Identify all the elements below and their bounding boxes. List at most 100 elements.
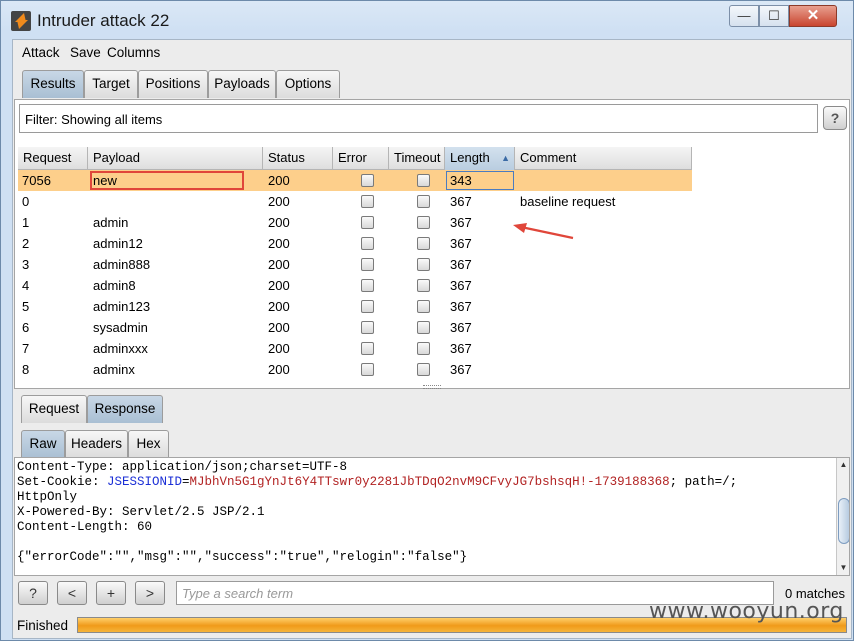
error-checkbox[interactable] xyxy=(361,321,374,334)
search-help-button[interactable]: ? xyxy=(18,581,48,605)
cell-status: 200 xyxy=(268,299,290,314)
error-checkbox[interactable] xyxy=(361,342,374,355)
table-row[interactable]: 6 sysadmin 200 367 xyxy=(18,317,692,338)
response-viewer[interactable]: Content-Type: application/json;charset=U… xyxy=(14,457,850,576)
maximize-button[interactable]: ☐ xyxy=(759,5,789,27)
search-next-button[interactable]: > xyxy=(135,581,165,605)
column-payload[interactable]: Payload xyxy=(88,147,263,170)
timeout-checkbox[interactable] xyxy=(417,258,430,271)
timeout-checkbox[interactable] xyxy=(417,300,430,313)
cell-length: 367 xyxy=(450,194,472,209)
column-status[interactable]: Status xyxy=(263,147,333,170)
tab-response[interactable]: Response xyxy=(87,395,163,423)
column-error[interactable]: Error xyxy=(333,147,389,170)
cell-payload: adminx xyxy=(93,362,135,377)
table-row[interactable]: 4 admin8 200 367 xyxy=(18,275,692,296)
tab-options[interactable]: Options xyxy=(276,70,340,98)
error-checkbox[interactable] xyxy=(361,237,374,250)
cookie-suffix: ; path=/; xyxy=(669,475,738,489)
cookie-equals: = xyxy=(182,475,190,489)
error-checkbox[interactable] xyxy=(361,258,374,271)
title-bar[interactable]: Intruder attack 22 — ☐ ✕ xyxy=(1,1,853,39)
column-length-label: Length xyxy=(450,150,490,165)
timeout-checkbox[interactable] xyxy=(417,237,430,250)
results-panel: Filter: Showing all items ? Request Payl… xyxy=(14,99,850,389)
cell-status: 200 xyxy=(268,320,290,335)
error-checkbox[interactable] xyxy=(361,300,374,313)
view-tabs: Raw Headers Hex xyxy=(21,427,851,458)
cell-request: 8 xyxy=(22,362,30,377)
menu-attack[interactable]: Attack xyxy=(22,45,60,60)
cell-length: 367 xyxy=(450,236,472,251)
detail-tabs: Request Response xyxy=(21,392,851,423)
search-prev-button[interactable]: < xyxy=(57,581,87,605)
tab-target[interactable]: Target xyxy=(84,70,138,98)
cell-request: 1 xyxy=(22,215,30,230)
cell-length: 367 xyxy=(450,320,472,335)
cell-request: 6 xyxy=(22,320,30,335)
cell-request: 7056 xyxy=(22,173,51,188)
response-cookie-line: Set-Cookie: JSESSIONID=MJbhVn5G1gYnJt6Y4… xyxy=(17,475,737,489)
tab-request[interactable]: Request xyxy=(21,395,87,423)
cell-payload: admin12 xyxy=(93,236,143,251)
tab-headers[interactable]: Headers xyxy=(65,430,128,458)
table-header: Request Payload Status Error Timeout Len… xyxy=(18,147,692,170)
cookie-name: JSESSIONID xyxy=(107,475,183,489)
response-line: HttpOnly xyxy=(17,490,78,504)
table-row[interactable]: 2 admin12 200 367 xyxy=(18,233,692,254)
tab-raw[interactable]: Raw xyxy=(21,430,65,458)
response-scrollbar[interactable]: ▲ ▼ xyxy=(836,458,849,575)
cell-length: 367 xyxy=(450,362,472,377)
window-title: Intruder attack 22 xyxy=(37,11,170,30)
column-comment[interactable]: Comment xyxy=(515,147,692,170)
table-row[interactable]: 8 adminx 200 367 xyxy=(18,359,692,380)
cell-payload: admin123 xyxy=(93,299,151,314)
cell-status: 200 xyxy=(268,362,290,377)
table-row[interactable]: 5 admin123 200 367 xyxy=(18,296,692,317)
split-pane-divider[interactable] xyxy=(423,385,441,389)
scroll-up-icon[interactable]: ▲ xyxy=(837,458,849,472)
column-timeout[interactable]: Timeout xyxy=(389,147,445,170)
close-button[interactable]: ✕ xyxy=(789,5,837,27)
cell-status: 200 xyxy=(268,236,290,251)
minimize-button[interactable]: — xyxy=(729,5,759,27)
menu-save[interactable]: Save xyxy=(70,45,101,60)
timeout-checkbox[interactable] xyxy=(417,174,430,187)
timeout-checkbox[interactable] xyxy=(417,216,430,229)
cell-length: 367 xyxy=(450,215,472,230)
timeout-checkbox[interactable] xyxy=(417,321,430,334)
cell-length: 367 xyxy=(450,278,472,293)
table-row[interactable]: 3 admin888 200 367 xyxy=(18,254,692,275)
table-row[interactable]: 7 adminxxx 200 367 xyxy=(18,338,692,359)
scroll-down-icon[interactable]: ▼ xyxy=(837,561,849,575)
table-row[interactable]: 0 200 367 baseline request xyxy=(18,191,692,212)
error-checkbox[interactable] xyxy=(361,279,374,292)
menu-columns[interactable]: Columns xyxy=(107,45,160,60)
error-checkbox[interactable] xyxy=(361,195,374,208)
status-text: Finished xyxy=(17,618,69,633)
column-length[interactable]: Length ▲ xyxy=(445,147,515,170)
filter-help-button[interactable]: ? xyxy=(823,106,847,130)
filter-bar[interactable]: Filter: Showing all items xyxy=(19,104,818,133)
error-checkbox[interactable] xyxy=(361,174,374,187)
tab-hex[interactable]: Hex xyxy=(128,430,169,458)
scroll-thumb[interactable] xyxy=(838,498,849,544)
error-checkbox[interactable] xyxy=(361,216,374,229)
tab-payloads[interactable]: Payloads xyxy=(208,70,276,98)
cell-status: 200 xyxy=(268,215,290,230)
timeout-checkbox[interactable] xyxy=(417,279,430,292)
tab-positions[interactable]: Positions xyxy=(138,70,208,98)
cell-status: 200 xyxy=(268,278,290,293)
timeout-checkbox[interactable] xyxy=(417,363,430,376)
error-checkbox[interactable] xyxy=(361,363,374,376)
column-request[interactable]: Request xyxy=(18,147,88,170)
table-row[interactable]: 1 admin 200 367 xyxy=(18,212,692,233)
timeout-checkbox[interactable] xyxy=(417,195,430,208)
search-add-button[interactable]: + xyxy=(96,581,126,605)
table-row[interactable]: 7056 new 200 343 xyxy=(18,170,692,191)
tab-results[interactable]: Results xyxy=(22,70,84,98)
main-tabs: Results Target Positions Payloads Option… xyxy=(13,67,851,99)
response-body: {"errorCode":"","msg":"","success":"true… xyxy=(17,550,468,564)
timeout-checkbox[interactable] xyxy=(417,342,430,355)
cell-payload: admin xyxy=(93,215,129,230)
